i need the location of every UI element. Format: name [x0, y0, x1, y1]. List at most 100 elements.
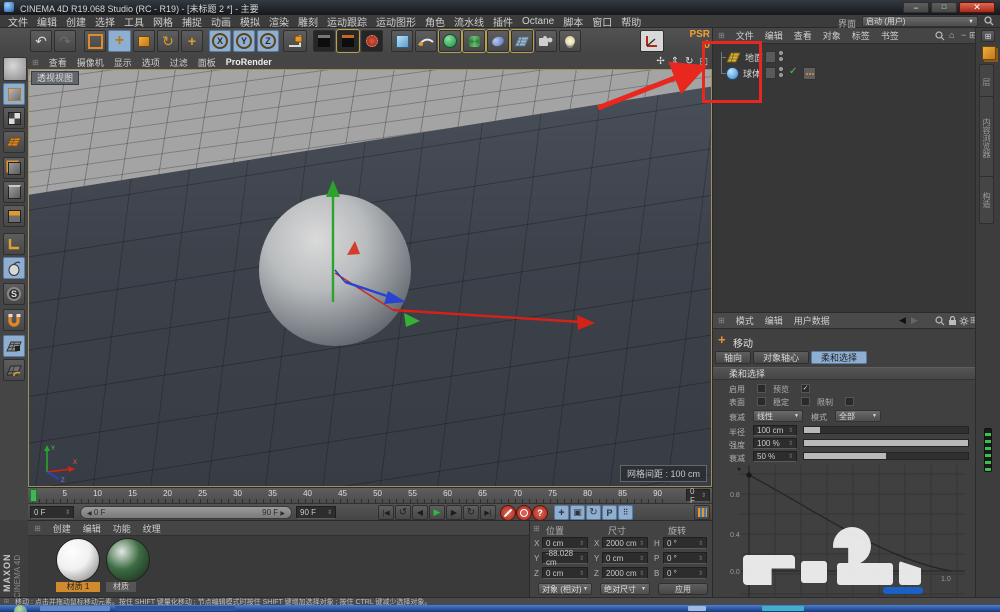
snap-button[interactable]: S: [3, 283, 25, 305]
rot-p-field[interactable]: 0 °⇕: [663, 552, 707, 564]
enable-check-icon[interactable]: ✓: [789, 66, 797, 77]
play-backwards-button[interactable]: ↺: [395, 505, 411, 520]
menu-motion-tracker[interactable]: 运动跟踪: [327, 14, 367, 29]
goto-end-button[interactable]: ▶|: [480, 505, 496, 520]
menu-mesh[interactable]: 网格: [153, 14, 173, 29]
viewport-solo-button[interactable]: [3, 257, 25, 279]
render-settings-button[interactable]: [361, 30, 383, 52]
previous-frame-button[interactable]: ◀: [412, 505, 428, 520]
taskbar-item[interactable]: [40, 606, 110, 611]
undo-button[interactable]: ↶: [30, 30, 52, 52]
om-collapse-icon[interactable]: −: [961, 30, 966, 40]
spinner-icon[interactable]: ⇕: [65, 509, 70, 516]
menu-select[interactable]: 选择: [95, 14, 115, 29]
add-deformer-button[interactable]: [463, 30, 485, 52]
panel-grip-icon[interactable]: ⊞: [718, 31, 725, 40]
add-floor-button[interactable]: [511, 30, 533, 52]
pos-x-field[interactable]: 0 cm⇕: [542, 537, 588, 549]
surface-checkbox[interactable]: [757, 397, 766, 406]
close-button[interactable]: ✕: [959, 2, 995, 13]
edges-mode-button[interactable]: [3, 181, 25, 203]
tab-object-axis[interactable]: 对象轴心: [753, 351, 809, 364]
timeline-ruler[interactable]: 05 1015 2025 3035 4045 5055 6065 7075 80…: [28, 487, 712, 503]
minimize-button[interactable]: −: [903, 2, 929, 13]
lock-y-axis[interactable]: Y: [233, 30, 255, 52]
points-mode-button[interactable]: [3, 157, 25, 179]
strength-slider[interactable]: [803, 439, 969, 447]
mode-dropdown[interactable]: 全部▼: [835, 410, 881, 422]
menu-create[interactable]: 创建: [66, 14, 86, 29]
dock-tab-content-browser[interactable]: 内容浏览器: [979, 96, 994, 180]
taskbar-item[interactable]: [115, 606, 235, 611]
layout-dropdown[interactable]: 启动 (用户) ▼: [862, 16, 978, 27]
apply-button[interactable]: 应用: [658, 583, 708, 595]
rotate-view-icon[interactable]: ↻: [685, 56, 693, 67]
menu-pipeline[interactable]: 流水线: [454, 14, 484, 29]
tab-soft-selection[interactable]: 柔和选择: [811, 351, 867, 364]
lock-z-axis[interactable]: Z: [257, 30, 279, 52]
add-light-button[interactable]: [559, 30, 581, 52]
enable-checkbox[interactable]: [757, 384, 766, 393]
maximize-button[interactable]: □: [931, 2, 957, 13]
add-camera-button[interactable]: [535, 30, 557, 52]
next-frame-button[interactable]: ▶: [446, 505, 462, 520]
playhead[interactable]: [30, 489, 37, 502]
taskbar-item[interactable]: [762, 606, 804, 611]
vp-menu-panel[interactable]: 面板: [198, 56, 216, 69]
workplane-mode-button[interactable]: [3, 131, 25, 153]
pos-y-field[interactable]: -88.028 cm⇕: [542, 552, 588, 564]
key-parameter-toggle[interactable]: P: [602, 505, 617, 520]
mat-menu-texture[interactable]: 纹理: [143, 522, 161, 535]
om-search-icon[interactable]: [935, 31, 945, 41]
menu-edit[interactable]: 编辑: [37, 14, 57, 29]
visibility-dot[interactable]: [779, 57, 783, 61]
dock-tab-structure[interactable]: 构造: [979, 176, 994, 224]
menu-file[interactable]: 文件: [8, 14, 28, 29]
bleed-slider[interactable]: [803, 452, 969, 460]
phong-tag-icon[interactable]: [803, 67, 816, 80]
material-item[interactable]: 材质: [106, 538, 150, 593]
viewport-view[interactable]: Y X Z 透视视图 网格间距 : 100 cm: [28, 69, 712, 487]
material-thumb[interactable]: [106, 538, 150, 582]
menu-tools[interactable]: 工具: [124, 14, 144, 29]
rot-h-field[interactable]: 0 °⇕: [663, 537, 707, 549]
layers-icon[interactable]: [982, 46, 996, 60]
preview-checkbox[interactable]: ✓: [801, 384, 810, 393]
radius-field[interactable]: 100 cm⇕: [753, 425, 797, 436]
dock-tab-layers[interactable]: 层: [979, 64, 994, 100]
workplane-align-button[interactable]: [3, 359, 25, 381]
menu-character[interactable]: 角色: [425, 14, 445, 29]
record-keyframe-button[interactable]: [500, 505, 516, 521]
key-pla-toggle[interactable]: ⠿: [618, 505, 633, 520]
lock-x-axis[interactable]: X: [209, 30, 231, 52]
polygons-mode-button[interactable]: [3, 205, 25, 227]
falloff-curve[interactable]: 0.8 0.4 0.0 1.0: [713, 465, 976, 599]
start-frame-box[interactable]: 0 F ⇕: [30, 506, 74, 519]
menu-render[interactable]: 渲染: [269, 14, 289, 29]
om-menu-object[interactable]: 对象: [823, 29, 841, 42]
material-item[interactable]: 材质 1: [56, 538, 100, 593]
attr-forward-icon[interactable]: ▶: [911, 315, 918, 326]
spinner-icon[interactable]: ⇕: [701, 492, 706, 499]
menu-animate[interactable]: 动画: [211, 14, 231, 29]
material-thumb[interactable]: [56, 538, 100, 582]
mat-menu-function[interactable]: 功能: [113, 522, 131, 535]
om-menu-bookmark[interactable]: 书签: [881, 29, 899, 42]
menu-plugins[interactable]: 插件: [493, 14, 513, 29]
panel-grip-icon[interactable]: ⊞: [718, 316, 725, 325]
material-name[interactable]: 材质 1: [56, 582, 100, 592]
coordinate-system-button[interactable]: [283, 30, 307, 52]
redo-button[interactable]: ↷: [54, 30, 76, 52]
limit-checkbox[interactable]: [845, 397, 854, 406]
stable-checkbox[interactable]: [801, 397, 810, 406]
start-button[interactable]: [14, 605, 27, 612]
vp-menu-display[interactable]: 显示: [114, 56, 132, 69]
menu-window[interactable]: 窗口: [592, 14, 612, 29]
material-name[interactable]: 材质: [106, 582, 136, 592]
add-generator-button[interactable]: [487, 30, 509, 52]
play-loop-button[interactable]: ↻: [463, 505, 479, 520]
tab-axis[interactable]: 轴向: [715, 351, 751, 364]
magnet-snap-button[interactable]: [3, 309, 25, 331]
add-subdivision-button[interactable]: [439, 30, 461, 52]
menu-mograph[interactable]: 运动图形: [376, 14, 416, 29]
